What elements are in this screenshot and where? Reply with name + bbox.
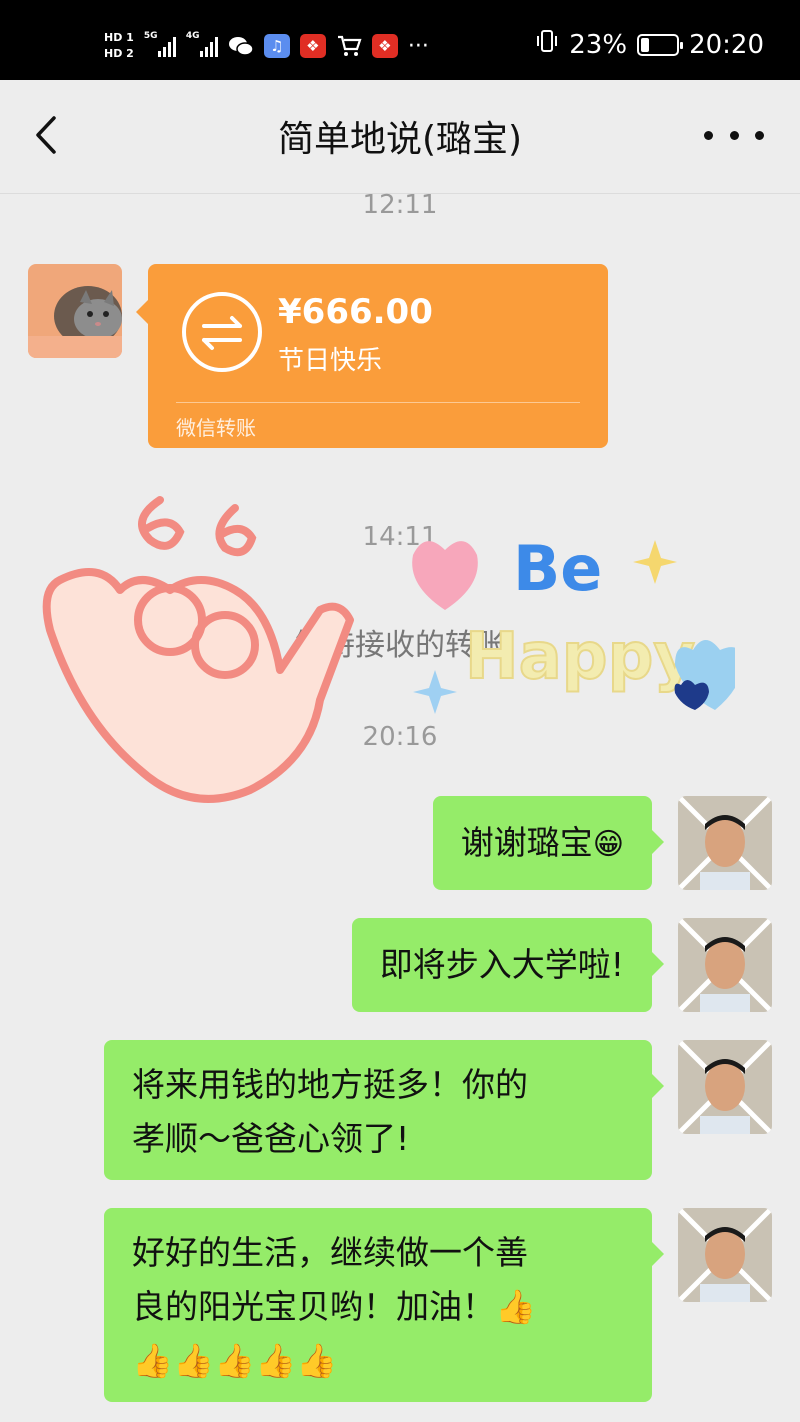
ellipsis-icon[interactable] [704, 110, 764, 160]
battery-percent: 23% [569, 29, 628, 60]
contact-avatar[interactable] [28, 264, 122, 358]
message-text: 谢谢璐宝 [460, 823, 593, 862]
status-bar: HD 1 HD 2 5G 4G ♫ ❖ ❖ ··· 23% 20:20 [0, 0, 800, 80]
hd1-label: HD 1 [104, 31, 134, 44]
more-notifications-icon: ··· [407, 33, 429, 59]
timestamp: 12:11 [362, 190, 438, 220]
chat-bubble[interactable]: 谢谢璐宝😁 [432, 796, 665, 890]
timestamp: 20:16 [362, 722, 438, 752]
signal-4g-icon: 4G [186, 31, 218, 57]
music-icon: ♫ [263, 34, 290, 58]
my-avatar[interactable] [678, 918, 772, 1012]
vibrate-icon [535, 28, 559, 61]
chat-header: 简单地说(璐宝) [0, 80, 800, 194]
chat-bubble[interactable]: 即将步入大学啦! [351, 918, 665, 1012]
my-avatar[interactable] [678, 796, 772, 890]
hd-indicator: HD 1 HD 2 [104, 31, 134, 61]
shopping-icon: ❖ [371, 34, 398, 58]
grin-emoji-icon: 😁 [592, 827, 624, 862]
message-line: 良的阳光宝贝哟！加油！👍 [132, 1287, 537, 1326]
message-line: 好好的生活，继续做一个善 [132, 1233, 528, 1272]
shopping-icon: ❖ [299, 34, 326, 58]
signal-5g-icon: 5G [144, 31, 176, 57]
chat-bubble[interactable]: 将来用钱的地方挺多！你的 孝顺～爸爸心领了! [104, 1040, 664, 1180]
transfer-amount: ¥666.00 [278, 292, 433, 332]
transfer-footer: 微信转账 [176, 416, 256, 440]
chat-bubble[interactable]: 好好的生活，继续做一个善 良的阳光宝贝哟！加油！👍 👍👍👍👍👍 [104, 1208, 664, 1402]
timestamp: 14:11 [362, 522, 438, 552]
message-text: 即将步入大学啦! [379, 945, 624, 984]
net-5g-label: 5G [143, 31, 158, 41]
transfer-message[interactable]: ¥666.00 节日快乐 微信转账 [136, 264, 608, 448]
wechat-icon [228, 34, 254, 58]
hd2-label: HD 2 [104, 47, 134, 60]
my-avatar[interactable] [678, 1040, 772, 1134]
message-line: 孝顺～爸爸心领了! [132, 1119, 410, 1158]
system-notice: 笔待接收的转账 [295, 628, 505, 663]
battery-icon [637, 33, 684, 56]
my-avatar[interactable] [678, 1208, 772, 1302]
transfer-note: 节日快乐 [278, 346, 383, 376]
divider [176, 402, 580, 403]
chat-title: 简单地说(璐宝) [277, 119, 523, 160]
transfer-arrows-icon [182, 292, 262, 372]
cart-icon [336, 34, 362, 58]
clock: 20:20 [689, 29, 764, 60]
thumbs-up-row: 👍👍👍👍👍 [132, 1341, 338, 1380]
net-4g-label: 4G [185, 31, 200, 41]
message-line: 将来用钱的地方挺多！你的 [132, 1065, 528, 1104]
